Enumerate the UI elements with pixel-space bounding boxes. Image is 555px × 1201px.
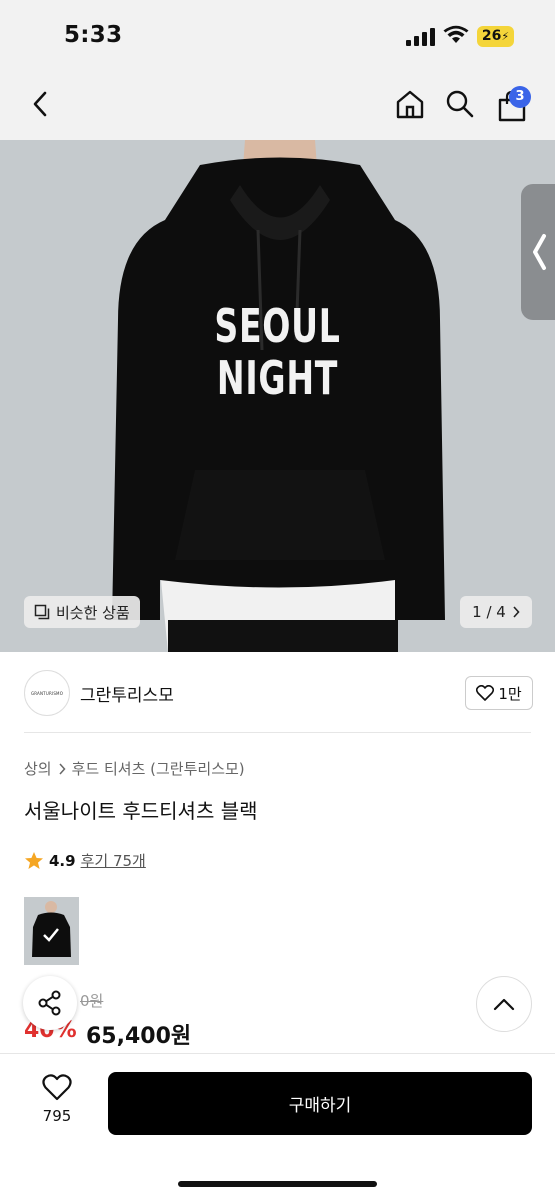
image-pager-label: 1 / 4 <box>472 603 506 621</box>
cart-count-badge: 3 <box>509 86 531 108</box>
chevron-right-icon <box>513 606 520 618</box>
print-text-line-1: SEOUL <box>214 299 341 353</box>
breadcrumb-category[interactable]: 상의 <box>24 758 52 779</box>
product-title: 서울나이트 후드티셔츠 블랙 <box>24 799 258 823</box>
status-time: 5:33 <box>64 22 123 48</box>
wishlist-count: 795 <box>42 1107 72 1125</box>
scroll-to-top-button[interactable] <box>476 976 532 1032</box>
home-indicator <box>178 1181 377 1187</box>
image-pager[interactable]: 1 / 4 <box>460 596 532 628</box>
brand-name[interactable]: 그란투리스모 <box>80 681 174 706</box>
battery-level: 26 <box>481 28 502 44</box>
breadcrumb: 상의 후드 티셔츠 (그란투리스모) <box>24 758 245 779</box>
sale-price: 65,400원 <box>86 1024 192 1049</box>
chevron-right-icon <box>59 762 66 775</box>
cellular-signal-icon <box>406 28 436 46</box>
original-price: 0원 <box>80 992 104 1010</box>
similar-icon <box>34 604 50 620</box>
chevron-up-icon <box>493 998 515 1011</box>
color-option-thumbnail[interactable] <box>24 897 79 965</box>
brand-logo[interactable]: GRANTURISMO <box>24 670 70 716</box>
share-icon <box>38 990 61 1016</box>
side-panel-tab[interactable] <box>521 184 555 320</box>
similar-products-button[interactable]: 비슷한 상품 <box>24 596 140 628</box>
review-count-link[interactable]: 후기 75개 <box>81 850 146 871</box>
share-button[interactable] <box>23 976 77 1030</box>
back-button[interactable] <box>18 82 62 126</box>
battery-indicator: 26⚡ <box>477 26 514 47</box>
brand-like-count: 1만 <box>498 684 522 703</box>
home-button[interactable] <box>388 82 432 126</box>
print-text-line-2: NIGHT <box>216 351 339 405</box>
breadcrumb-subcategory[interactable]: 후드 티셔츠 (그란투리스모) <box>72 758 245 779</box>
divider <box>24 732 531 733</box>
thumbnail-image <box>24 897 79 965</box>
heart-icon <box>42 1074 72 1101</box>
rating-row[interactable]: 4.9 후기 75개 <box>24 850 146 871</box>
chevron-left-icon <box>533 234 546 270</box>
search-icon <box>446 90 474 118</box>
wishlist-button[interactable]: 795 <box>34 1074 80 1125</box>
home-icon <box>396 90 424 119</box>
brand-logo-text: GRANTURISMO <box>30 690 64 696</box>
brand-like-button[interactable]: 1만 <box>465 676 533 710</box>
product-image[interactable]: SEOUL NIGHT <box>0 140 555 652</box>
star-icon <box>25 851 43 869</box>
heart-icon <box>476 685 495 701</box>
similar-products-label: 비슷한 상품 <box>56 603 130 622</box>
buy-button[interactable]: 구매하기 <box>108 1072 532 1135</box>
back-icon <box>33 91 47 117</box>
search-button[interactable] <box>438 82 482 126</box>
rating-score: 4.9 <box>49 851 76 870</box>
wifi-icon <box>443 25 469 49</box>
